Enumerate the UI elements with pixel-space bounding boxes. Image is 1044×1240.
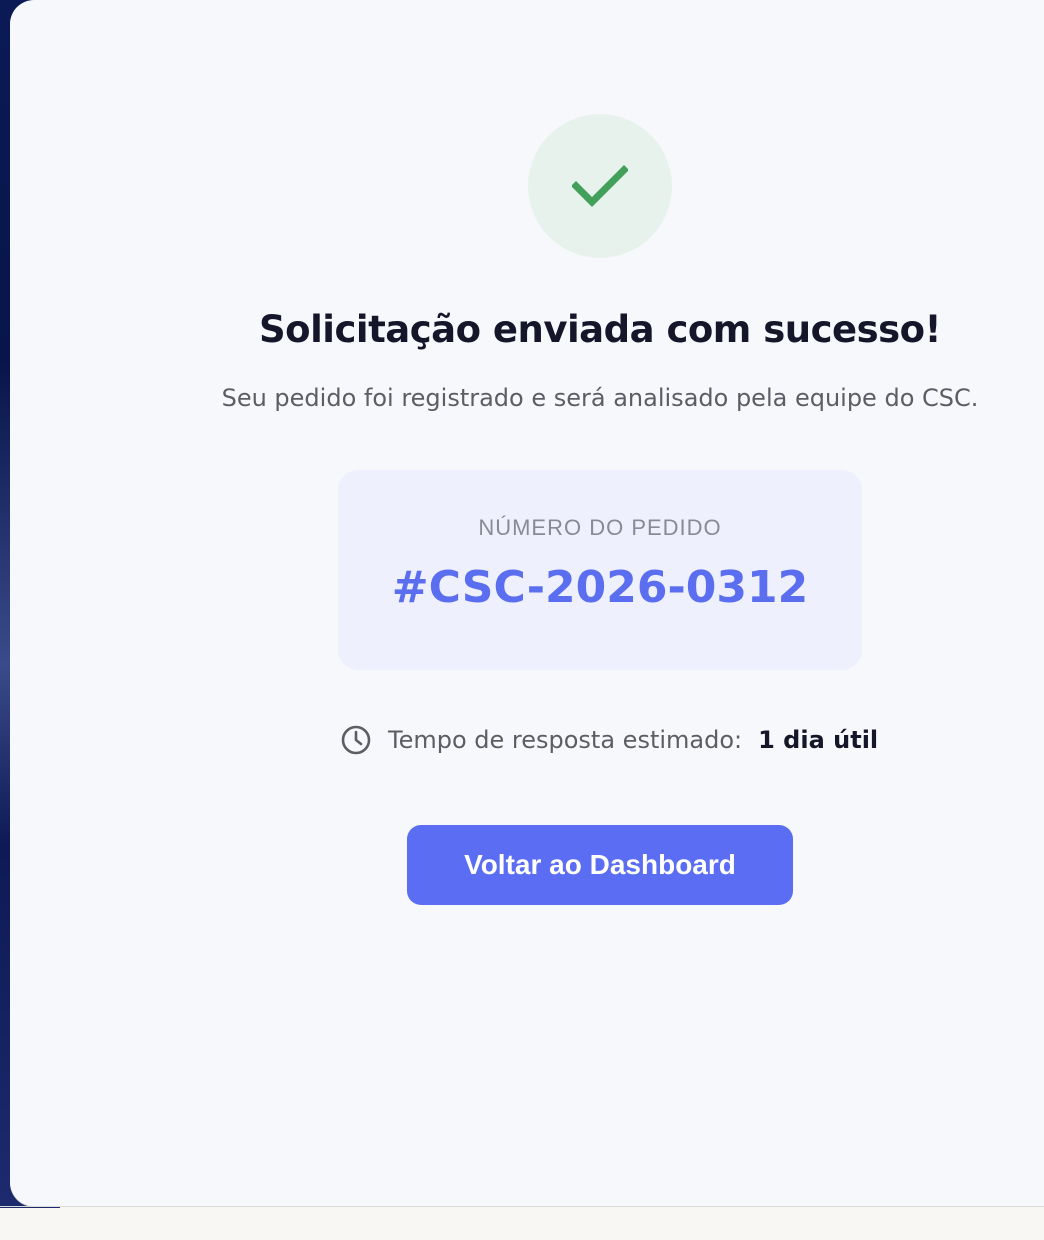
check-icon bbox=[572, 164, 628, 208]
clock-icon bbox=[340, 724, 372, 756]
divider bbox=[0, 1206, 1044, 1207]
response-time-label: Tempo de resposta estimado: bbox=[388, 726, 743, 754]
success-message: Seu pedido foi registrado e será analisa… bbox=[221, 384, 979, 412]
order-number-card: NÚMERO DO PEDIDO #CSC-2026-0312 bbox=[338, 470, 862, 670]
success-title: Solicitação enviada com sucesso! bbox=[259, 308, 941, 351]
response-time-row: Tempo de resposta estimado: 1 dia útil bbox=[340, 722, 878, 758]
success-icon-circle bbox=[528, 114, 672, 258]
back-to-dashboard-button[interactable]: Voltar ao Dashboard bbox=[407, 825, 793, 905]
response-time-value: 1 dia útil bbox=[758, 726, 879, 754]
order-number-value: #CSC-2026-0312 bbox=[391, 562, 809, 613]
order-number-label: NÚMERO DO PEDIDO bbox=[478, 515, 722, 540]
